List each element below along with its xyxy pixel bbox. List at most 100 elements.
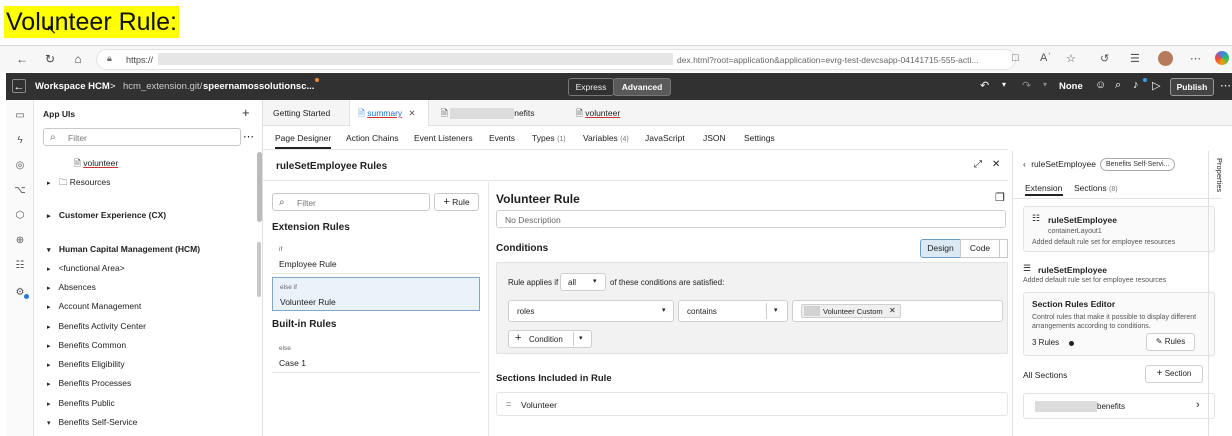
subtab-types[interactable]: Types (1) <box>532 133 566 143</box>
tree-item-benefits-public[interactable]: ▸ Benefits Public <box>47 398 115 408</box>
tree-item-hcm[interactable]: ▾ Human Capital Management (HCM) <box>47 244 200 254</box>
expand-chevron-icon[interactable]: ▸ <box>47 180 51 187</box>
expand-chevron-icon[interactable]: ▸ <box>47 285 51 292</box>
copy-icon[interactable]: ❐ <box>995 191 1005 204</box>
home-icon[interactable]: ⌂ <box>70 51 86 67</box>
code-toggle[interactable]: Code <box>960 239 1000 258</box>
tab-extension[interactable]: Extension <box>1025 183 1062 193</box>
more-menu-icon[interactable]: ⋯ <box>1190 52 1201 65</box>
flows-icon[interactable]: ϟ <box>14 135 26 146</box>
add-condition-button[interactable]: + Condition ▾ <box>508 330 592 348</box>
rules-filter-input[interactable]: ⌕ Filter <box>272 193 430 211</box>
add-rule-button[interactable]: + Rule <box>434 193 479 211</box>
add-icon[interactable]: + <box>242 105 250 120</box>
ruleset-card[interactable]: ☷ ruleSetEmployee containerLayout1 Added… <box>1023 206 1215 252</box>
tab-summary[interactable]: 🗎︎ summary ✕ <box>349 100 429 126</box>
tree-item-resources[interactable]: ▸ 🗀︎ Resources <box>47 177 110 191</box>
components-icon[interactable]: ⬡ <box>14 210 26 221</box>
play-icon[interactable]: ▷ <box>1152 79 1160 92</box>
condition-field-select[interactable]: roles ▾ <box>508 300 674 322</box>
condition-value-input[interactable]: Volunteer Custom ✕ <box>792 300 1003 322</box>
expand-chevron-icon[interactable]: ▸ <box>47 381 51 388</box>
tree-more-icon[interactable]: ⋯ <box>243 130 254 143</box>
favorite-star-icon[interactable]: ☆ <box>1066 52 1076 65</box>
tree-item-benefits-self-service[interactable]: ▾ Benefits Self-Service <box>47 417 137 427</box>
tab-benefits[interactable]: 🗎︎ nefits <box>433 100 563 126</box>
collapse-chevron-icon[interactable]: ▾ <box>47 420 51 427</box>
tree-item-benefits-activity-center[interactable]: ▸ Benefits Activity Center <box>47 321 146 331</box>
tree-item-absences[interactable]: ▸ Absences <box>47 282 96 292</box>
document-icon[interactable]: ☷ <box>14 260 26 271</box>
tree-scrollbar[interactable] <box>257 152 262 222</box>
tree-item-benefits-processes[interactable]: ▸ Benefits Processes <box>47 378 131 388</box>
rule-list-scrollbar[interactable] <box>257 242 261 297</box>
extensions-icon[interactable]: ↺ <box>1100 52 1109 65</box>
tab-getting-started[interactable]: Getting Started <box>265 100 338 126</box>
share-icon[interactable]: ⌥ <box>14 185 26 196</box>
tree-item-cx[interactable]: ▸ Customer Experience (CX) <box>47 210 166 220</box>
rules-button[interactable]: ✎ Rules <box>1146 333 1195 351</box>
close-tab-icon[interactable]: ✕ <box>409 108 416 118</box>
condition-operator-select[interactable]: contains ▾ <box>678 300 788 322</box>
undo-icon[interactable]: ↶ <box>980 79 989 92</box>
rule-card-volunteer[interactable]: else if Volunteer Rule <box>272 277 480 311</box>
tab-volunteer[interactable]: 🗎︎ volunteer <box>568 100 658 126</box>
subtab-events[interactable]: Events <box>489 133 515 143</box>
search-icon[interactable]: ⌕ <box>1115 79 1121 92</box>
expand-chevron-icon[interactable]: ▸ <box>47 213 51 220</box>
tree-item-benefits-eligibility[interactable]: ▸ Benefits Eligibility <box>47 359 125 369</box>
globe-icon[interactable]: ⊕ <box>14 235 26 246</box>
tree-item-functional-area[interactable]: ▸ <functional Area> <box>47 263 125 273</box>
page-icon[interactable]: □ <box>1012 52 1019 64</box>
app-uis-icon[interactable]: ▭ <box>14 110 26 121</box>
subtab-page-designer[interactable]: Page Designer <box>275 133 331 143</box>
publish-button[interactable]: Publish <box>1170 78 1214 96</box>
subtab-action-chains[interactable]: Action Chains <box>346 133 398 143</box>
expand-chevron-icon[interactable]: ▸ <box>47 304 51 311</box>
expand-chevron-icon[interactable]: ▸ <box>47 324 51 331</box>
tree-item-benefits-common[interactable]: ▸ Benefits Common <box>47 340 126 350</box>
tree-filter-input[interactable]: ⌕ Filter <box>43 128 241 146</box>
expand-chevron-icon[interactable]: ▸ <box>47 401 51 408</box>
smiley-icon[interactable]: ☺ <box>1095 79 1106 91</box>
remove-chip-icon[interactable]: ✕ <box>889 306 896 315</box>
properties-side-tab[interactable]: Properties <box>1215 158 1224 192</box>
expand-chevron-icon[interactable]: ▸ <box>47 362 51 369</box>
tab-sections[interactable]: Sections (8) <box>1074 183 1118 193</box>
applies-select[interactable]: all ▾ <box>560 273 606 291</box>
subtab-variables[interactable]: Variables (4) <box>583 133 629 143</box>
reload-icon[interactable]: ↻ <box>42 51 58 67</box>
redo-dropdown-icon[interactable]: ▾ <box>1043 80 1047 89</box>
copilot-icon[interactable] <box>1215 51 1229 65</box>
app-more-icon[interactable]: ⋯ <box>1220 79 1231 92</box>
rule-card-case1[interactable]: else Case 1 <box>272 339 480 373</box>
properties-back[interactable]: ‹ ruleSetEmployee <box>1023 159 1096 169</box>
description-input[interactable]: No Description <box>496 210 1006 228</box>
close-panel-icon[interactable]: ✕ <box>992 159 1000 170</box>
favorites-list-icon[interactable]: ☰ <box>1130 52 1140 65</box>
redo-icon[interactable]: ↷ <box>1022 79 1031 92</box>
condition-dropdown-icon[interactable]: ▾ <box>579 334 583 342</box>
back-icon[interactable]: ← <box>12 79 26 93</box>
add-section-button[interactable]: + Section <box>1145 365 1203 383</box>
expand-chevron-icon[interactable]: ▸ <box>47 343 51 350</box>
read-aloud-icon[interactable]: Aˈ <box>1040 52 1051 64</box>
none-label[interactable]: None <box>1059 81 1083 92</box>
expand-chevron-icon[interactable]: ▸ <box>47 266 51 273</box>
tree-item-account-management[interactable]: ▸ Account Management <box>47 301 141 311</box>
collapse-chevron-icon[interactable]: ▾ <box>47 247 51 254</box>
express-mode-button[interactable]: Express <box>568 78 614 96</box>
tree-item-volunteer[interactable]: 🗎︎ volunteer <box>74 158 118 172</box>
expand-icon[interactable]: ⤢ <box>974 159 982 170</box>
back-arrow-icon[interactable]: ← <box>14 51 30 67</box>
subtab-javascript[interactable]: JavaScript <box>645 133 685 143</box>
repo-name[interactable]: hcm_extension.git/ <box>123 81 202 92</box>
branch-name[interactable]: speernamossolutionsc... <box>203 81 314 92</box>
subtab-settings[interactable]: Settings <box>744 133 775 143</box>
advanced-mode-button[interactable]: Advanced <box>613 78 671 96</box>
subtab-event-listeners[interactable]: Event Listeners <box>414 133 473 143</box>
drag-handle-icon[interactable]: = <box>506 399 511 409</box>
target-icon[interactable]: ◎ <box>14 160 26 171</box>
undo-dropdown-icon[interactable]: ▾ <box>1002 80 1006 89</box>
section-item-benefits[interactable]: benefits › <box>1023 393 1215 419</box>
